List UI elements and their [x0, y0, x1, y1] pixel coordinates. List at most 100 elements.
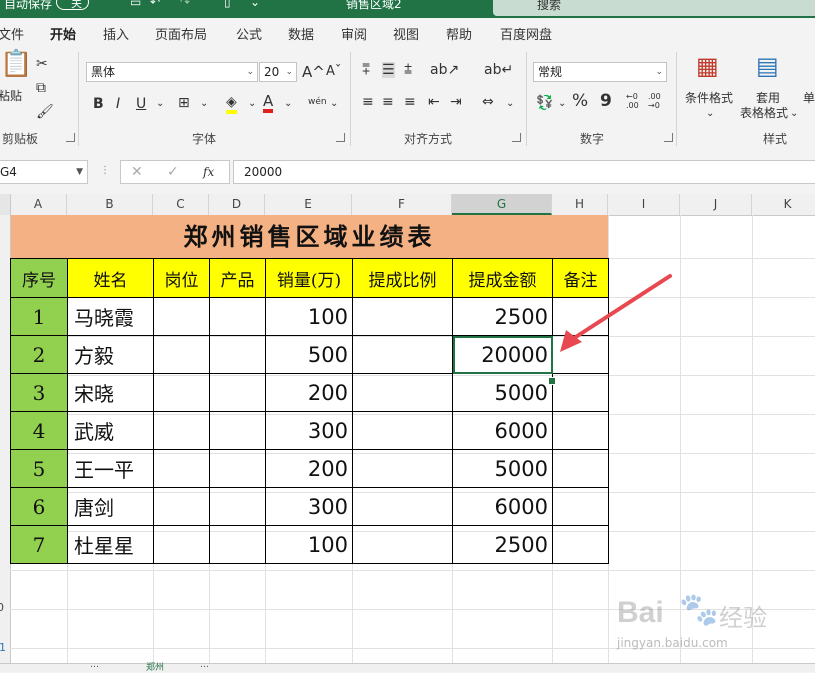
merge-center-icon[interactable]: ⇔ [482, 94, 494, 110]
cell-ratio[interactable] [352, 525, 453, 564]
cell-product[interactable] [209, 487, 266, 526]
column-header-d[interactable]: D [209, 194, 265, 215]
cell-position[interactable] [153, 373, 210, 412]
cell-amount[interactable]: 2500 [452, 525, 553, 564]
tab-page-layout[interactable]: 页面布局 [155, 24, 207, 43]
row-header-10[interactable]: 0 [0, 601, 4, 614]
cell-ratio[interactable] [352, 335, 453, 374]
header-sales[interactable]: 销量(万) [265, 258, 353, 298]
header-product[interactable]: 产品 [209, 258, 266, 298]
wrap-text-icon[interactable]: ab↵ [484, 62, 513, 78]
fill-handle[interactable] [548, 377, 556, 385]
cell-sales[interactable]: 200 [265, 449, 353, 488]
tab-data[interactable]: 数据 [288, 24, 314, 43]
cell-name[interactable]: 宋晓 [67, 373, 154, 412]
merge-dropdown-icon[interactable]: ⌄ [506, 96, 514, 112]
format-as-table-icon[interactable]: ▤ [756, 54, 779, 78]
column-header-h[interactable]: H [552, 194, 608, 215]
decrease-indent-icon[interactable]: ⇤ [428, 94, 440, 110]
cell-product[interactable] [209, 525, 266, 564]
clipboard-launcher-icon[interactable] [66, 133, 75, 142]
align-center-icon[interactable]: ≡ [382, 94, 394, 110]
cell-sales[interactable]: 500 [265, 335, 353, 374]
fill-color-icon[interactable]: ◈ [226, 94, 237, 114]
bold-button[interactable]: B [93, 96, 104, 112]
tab-view[interactable]: 视图 [393, 24, 419, 43]
cell-ratio[interactable] [352, 297, 453, 336]
cell-note[interactable] [552, 373, 609, 412]
save-icon[interactable]: ▭ [130, 0, 141, 9]
cell-name[interactable]: 马晓霞 [67, 297, 154, 336]
cell-name[interactable]: 方毅 [67, 335, 154, 374]
phonetic-dropdown-icon[interactable]: ⌄ [330, 96, 338, 112]
cell-position[interactable] [153, 487, 210, 526]
format-as-table-label-2[interactable]: 表格格式 [740, 105, 788, 121]
format-as-table-label-1[interactable]: 套用 [756, 90, 780, 106]
paste-label[interactable]: 粘贴 [0, 88, 22, 104]
cell-amount-selected[interactable]: 20000 [452, 335, 553, 374]
tab-home[interactable]: 开始 [50, 24, 77, 49]
autosave-toggle[interactable]: 关 [56, 0, 89, 10]
align-left-icon[interactable]: ≡ [362, 94, 374, 110]
column-header-i[interactable]: I [608, 194, 680, 215]
column-header-f[interactable]: F [352, 194, 452, 215]
align-right-icon[interactable]: ≡ [404, 94, 416, 110]
cell-sales[interactable]: 300 [265, 411, 353, 450]
accounting-dropdown-icon[interactable]: ⌄ [558, 96, 566, 112]
increase-decimal-icon[interactable]: ←0 .00 [626, 92, 639, 110]
tab-help[interactable]: 帮助 [446, 24, 472, 43]
cell-seq[interactable]: 7 [10, 525, 68, 564]
cell-position[interactable] [153, 297, 210, 336]
header-amount[interactable]: 提成金额 [452, 258, 553, 298]
column-header-j[interactable]: J [680, 194, 752, 215]
cell-position[interactable] [153, 525, 210, 564]
cell-position[interactable] [153, 335, 210, 374]
cell-product[interactable] [209, 449, 266, 488]
cell-amount[interactable]: 5000 [452, 449, 553, 488]
column-header-e[interactable]: E [265, 194, 352, 215]
accounting-format-icon[interactable]: 💱 [536, 95, 553, 111]
italic-button[interactable]: I [116, 96, 120, 112]
cell-product[interactable] [209, 297, 266, 336]
cell-sales[interactable]: 100 [265, 297, 353, 336]
cell-product[interactable] [209, 373, 266, 412]
cell-sales[interactable]: 200 [265, 373, 353, 412]
cell-note[interactable] [552, 449, 609, 488]
comma-style-button[interactable]: 9 [600, 93, 612, 110]
underline-button[interactable]: U [136, 96, 146, 112]
decrease-decimal-icon[interactable]: .00 →0 [648, 92, 661, 110]
shrink-font-icon[interactable]: Aˇ [326, 64, 341, 80]
tab-insert[interactable]: 插入 [103, 24, 129, 43]
cell-seq[interactable]: 6 [10, 487, 68, 526]
tab-file[interactable]: 文件 [0, 24, 24, 43]
cell-note[interactable] [552, 411, 609, 450]
sheet-tab[interactable]: … [200, 660, 209, 670]
sheet-tab-active[interactable]: 郑州 [146, 660, 164, 673]
cell-amount[interactable]: 2500 [452, 297, 553, 336]
cell-seq[interactable]: 4 [10, 411, 68, 450]
copy-icon[interactable]: ⧉ [36, 80, 46, 96]
font-size-select[interactable]: 20 ⌄ [259, 62, 297, 82]
cell-sales[interactable]: 300 [265, 487, 353, 526]
cell-amount[interactable]: 6000 [452, 487, 553, 526]
cancel-icon[interactable]: ✕ [131, 164, 143, 180]
undo-icon[interactable]: ↶ [150, 0, 160, 9]
percent-button[interactable]: % [572, 93, 588, 110]
header-ratio[interactable]: 提成比例 [352, 258, 453, 298]
cell-position[interactable] [153, 411, 210, 450]
cell-ratio[interactable] [352, 373, 453, 412]
grow-font-icon[interactable]: A^ [302, 64, 325, 80]
orientation-icon[interactable]: ab↗ [430, 62, 459, 78]
customize-toolbar-icon[interactable]: ⌄ [250, 0, 260, 9]
cell-styles-label[interactable]: 单 [803, 90, 815, 106]
cell-ratio[interactable] [352, 487, 453, 526]
cell-sales[interactable]: 100 [265, 525, 353, 564]
cell-seq[interactable]: 3 [10, 373, 68, 412]
name-box[interactable]: G4 ▼ [0, 160, 88, 184]
cut-icon[interactable]: ✂ [36, 56, 48, 72]
format-as-table-dropdown-icon[interactable]: ⌄ [790, 106, 798, 122]
table-title[interactable]: 郑州销售区域业绩表 [11, 215, 608, 258]
conditional-format-icon[interactable]: ▦ [696, 54, 719, 78]
tab-review[interactable]: 审阅 [341, 24, 367, 43]
cell-product[interactable] [209, 335, 266, 374]
